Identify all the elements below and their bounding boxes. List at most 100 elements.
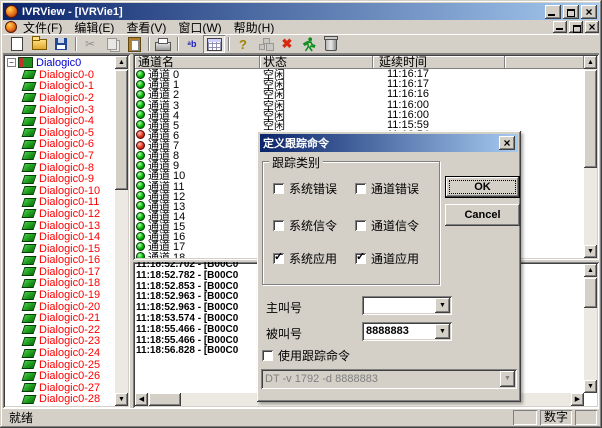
paste-button[interactable] <box>123 35 145 53</box>
collapse-icon[interactable]: − <box>7 58 16 67</box>
tree-root-dialogic0[interactable]: − Dialogic0 <box>5 56 115 69</box>
tree-item[interactable]: Dialogic0-17 <box>5 266 115 278</box>
restore-button[interactable] <box>563 5 579 19</box>
menu-item-4[interactable]: 窗口(W) <box>172 19 227 36</box>
minimize-button[interactable] <box>545 5 561 19</box>
scrollbar-thumb[interactable] <box>115 70 128 190</box>
run-button[interactable] <box>298 35 320 53</box>
tree-item[interactable]: Dialogic0-11 <box>5 197 115 209</box>
tree-item[interactable]: Dialogic0-16 <box>5 255 115 267</box>
mdi-minimize-button[interactable] <box>553 21 567 33</box>
trace-checkbox-2[interactable]: 通道错误 <box>355 180 419 197</box>
cut-button[interactable]: ✂ <box>79 35 101 53</box>
channel-row[interactable]: 通道 1空闲11:16:17 <box>135 79 584 89</box>
menu-item-5[interactable]: 帮助(H) <box>228 19 281 36</box>
ok-button[interactable]: OK <box>445 176 520 198</box>
tree-item[interactable]: Dialogic0-7 <box>5 150 115 162</box>
print-button[interactable] <box>152 35 174 53</box>
close-button[interactable] <box>581 5 597 19</box>
scroll-down-icon[interactable]: ▼ <box>584 245 597 258</box>
log-vscrollbar[interactable]: ▲ ▼ <box>584 264 597 393</box>
tree-item[interactable]: Dialogic0-29 <box>5 405 115 406</box>
dialog-close-button[interactable] <box>499 136 515 150</box>
toolbar: ✂ ᵃb ? ✖ <box>3 34 599 54</box>
tree-item[interactable]: Dialogic0-9 <box>5 173 115 185</box>
trace-checkbox-6[interactable]: ✓通道应用 <box>355 250 419 267</box>
font-button[interactable]: ᵃb <box>181 35 203 53</box>
chevron-down-icon[interactable]: ▼ <box>435 298 450 313</box>
column-header-duration[interactable]: 延续时间 <box>373 56 505 69</box>
chevron-down-icon[interactable]: ▼ <box>435 324 450 339</box>
tree-item[interactable]: Dialogic0-13 <box>5 220 115 232</box>
channel-row[interactable]: 通道 0空闲11:16:17 <box>135 69 584 79</box>
tree-item[interactable]: Dialogic0-18 <box>5 278 115 290</box>
open-button[interactable] <box>28 35 50 53</box>
channel-row[interactable]: 通道 3空闲11:16:00 <box>135 99 584 109</box>
scroll-down-icon[interactable]: ▼ <box>115 393 128 406</box>
menu-item-3[interactable]: 查看(V) <box>120 19 172 36</box>
tree-item[interactable]: Dialogic0-2 <box>5 92 115 104</box>
scroll-up-icon[interactable]: ▲ <box>584 56 597 69</box>
tree-item[interactable]: Dialogic0-19 <box>5 289 115 301</box>
grid-view-button[interactable] <box>203 35 225 53</box>
trash-button[interactable] <box>320 35 342 53</box>
copy-button[interactable] <box>101 35 123 53</box>
caller-number-combo[interactable]: ▼ <box>362 296 452 315</box>
mdi-close-button[interactable] <box>585 21 599 33</box>
list-scrollbar[interactable]: ▲ ▼ <box>584 56 597 258</box>
tree-item[interactable]: Dialogic0-12 <box>5 208 115 220</box>
tree-item[interactable]: Dialogic0-27 <box>5 382 115 394</box>
scroll-down-icon[interactable]: ▼ <box>584 380 597 393</box>
tree-scrollbar[interactable]: ▲ ▼ <box>115 56 128 406</box>
tree-item[interactable]: Dialogic0-4 <box>5 115 115 127</box>
cancel-button[interactable]: Cancel <box>445 204 520 226</box>
tree-item[interactable]: Dialogic0-22 <box>5 324 115 336</box>
scrollbar-thumb[interactable] <box>584 278 597 308</box>
tree-item[interactable]: Dialogic0-23 <box>5 336 115 348</box>
tree-item[interactable]: Dialogic0-24 <box>5 347 115 359</box>
tree-item[interactable]: Dialogic0-20 <box>5 301 115 313</box>
column-header-blank <box>505 56 584 69</box>
trace-checkbox-1[interactable]: 系统错误 <box>273 180 337 197</box>
tree-item[interactable]: Dialogic0-15 <box>5 243 115 255</box>
tree-item[interactable]: Dialogic0-14 <box>5 231 115 243</box>
menu-item-1[interactable]: 文件(F) <box>17 19 68 36</box>
tree-item[interactable]: Dialogic0-6 <box>5 139 115 151</box>
scrollbar-thumb[interactable] <box>584 70 597 168</box>
tree-item[interactable]: Dialogic0-28 <box>5 394 115 406</box>
scroll-up-icon[interactable]: ▲ <box>584 264 597 277</box>
tree-item[interactable]: Dialogic0-8 <box>5 162 115 174</box>
channel-row[interactable]: 通道 4空闲11:16:00 <box>135 110 584 120</box>
trace-checkbox-4[interactable]: 通道信令 <box>355 217 419 234</box>
menu-item-2[interactable]: 编辑(E) <box>68 19 120 36</box>
tree-item[interactable]: Dialogic0-1 <box>5 81 115 93</box>
card-icon <box>22 151 37 160</box>
scroll-left-icon[interactable]: ◀ <box>135 393 148 406</box>
column-header-name[interactable]: 通道名 <box>135 56 260 69</box>
tree-item[interactable]: Dialogic0-3 <box>5 104 115 116</box>
trace-checkbox-5[interactable]: ✓系统应用 <box>273 250 337 267</box>
scroll-up-icon[interactable]: ▲ <box>115 56 128 69</box>
new-button[interactable] <box>6 35 28 53</box>
scrollbar-thumb[interactable] <box>149 393 181 406</box>
callee-number-combo[interactable]: 8888883 ▼ <box>362 322 452 341</box>
tree-item[interactable]: Dialogic0-10 <box>5 185 115 197</box>
use-trace-command-checkbox[interactable]: 使用跟踪命令 <box>262 347 350 364</box>
tree-item[interactable]: Dialogic0-0 <box>5 69 115 81</box>
column-header-status[interactable]: 状态 <box>260 56 373 69</box>
trace-checkbox-3[interactable]: 系统信令 <box>273 217 337 234</box>
delete-button[interactable]: ✖ <box>276 35 298 53</box>
tree-item[interactable]: Dialogic0-26 <box>5 370 115 382</box>
channel-name: 通道 6 <box>148 130 179 140</box>
mdi-restore-button[interactable] <box>569 21 583 33</box>
channel-row[interactable]: 通道 2空闲11:16:16 <box>135 89 584 99</box>
channel-row[interactable]: 通道 5空闲11:15:59 <box>135 120 584 130</box>
tree-item[interactable]: Dialogic0-25 <box>5 359 115 371</box>
network-button[interactable] <box>254 35 276 53</box>
help-button[interactable]: ? <box>232 35 254 53</box>
card-icon <box>22 325 37 334</box>
scroll-right-icon[interactable]: ▶ <box>571 393 584 406</box>
tree-item[interactable]: Dialogic0-21 <box>5 312 115 324</box>
tree-item[interactable]: Dialogic0-5 <box>5 127 115 139</box>
save-button[interactable] <box>50 35 72 53</box>
